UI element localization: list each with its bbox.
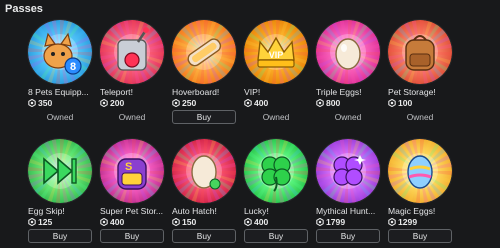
eggs-icon[interactable] [316,20,380,84]
mythical-clover-icon[interactable] [316,139,380,203]
pass-price: 125 [28,217,52,227]
robux-icon [244,218,252,226]
pass-name[interactable]: Magic Eggs! [388,206,458,216]
pass-price: 250 [172,98,196,108]
buy-button[interactable]: Buy [316,229,380,243]
owned-status: Owned [262,112,290,122]
pass-price: 100 [388,98,412,108]
pass-name[interactable]: Auto Hatch! [172,206,242,216]
crown-icon[interactable]: VIP [244,20,308,84]
svg-text:8: 8 [70,61,76,73]
backpack-icon[interactable] [388,20,452,84]
pass-price: 150 [172,217,196,227]
pass-name[interactable]: Mythical Hunt... [316,206,386,216]
pass-name[interactable]: Egg Skip! [28,206,98,216]
pet-icon[interactable]: 8 [28,20,92,84]
robux-icon [100,99,108,107]
magic-egg-icon[interactable] [388,139,452,203]
robux-icon [28,99,36,107]
skip-icon[interactable] [28,139,92,203]
svg-text:S: S [125,161,132,173]
robux-icon [172,99,180,107]
passes-grid: 8 8 Pets Equipp... 350 Owned Teleport! 200 Ow… [28,20,452,247]
teleport-icon[interactable] [100,20,164,84]
owned-status: Owned [406,112,434,122]
pass-price: 1299 [388,217,417,227]
pass-card[interactable]: 88 Pets Equipp... 350 Owned [28,20,92,128]
pass-price: 400 [244,98,268,108]
pass-name[interactable]: Triple Eggs! [316,87,386,97]
buy-button[interactable]: Buy [172,110,236,124]
buy-button[interactable]: Buy [172,229,236,243]
super-backpack-icon[interactable]: S [100,139,164,203]
section-title: Passes [5,3,43,15]
pass-card[interactable]: Lucky! 400 Buy [244,139,308,247]
robux-icon [28,218,36,226]
svg-text:VIP: VIP [269,50,284,60]
pass-price: 1799 [316,217,345,227]
pass-price: 350 [28,98,52,108]
pass-name[interactable]: Teleport! [100,87,170,97]
robux-icon [388,218,396,226]
price-value: 1799 [326,217,346,227]
price-value: 350 [38,98,53,108]
pass-card[interactable]: VIP VIP! 400 Owned [244,20,308,128]
pass-card[interactable]: S Super Pet Stor... 400 Buy [100,139,164,247]
pass-price: 200 [100,98,124,108]
owned-status: Owned [46,112,74,122]
pass-name[interactable]: 8 Pets Equipp... [28,87,98,97]
pass-name[interactable]: Hoverboard! [172,87,242,97]
robux-icon [316,99,324,107]
pass-card[interactable]: Pet Storage! 100 Owned [388,20,452,128]
pass-card[interactable]: Triple Eggs! 800 Owned [316,20,380,128]
robux-icon [244,99,252,107]
price-value: 200 [110,98,125,108]
pass-name[interactable]: Lucky! [244,206,314,216]
pass-card[interactable]: Hoverboard! 250 Buy [172,20,236,128]
price-value: 800 [326,98,341,108]
buy-button[interactable]: Buy [244,229,308,243]
robux-icon [100,218,108,226]
pass-name[interactable]: VIP! [244,87,314,97]
buy-button[interactable]: Buy [100,229,164,243]
price-value: 125 [38,217,53,227]
price-value: 150 [182,217,197,227]
buy-button[interactable]: Buy [388,229,452,243]
price-value: 400 [254,217,269,227]
pass-price: 800 [316,98,340,108]
pass-card[interactable]: Teleport! 200 Owned [100,20,164,128]
robux-icon [388,99,396,107]
price-value: 1299 [398,217,418,227]
pass-card[interactable]: Magic Eggs! 1299 Buy [388,139,452,247]
hoverboard-icon[interactable] [172,20,236,84]
pass-card[interactable]: Auto Hatch! 150 Buy [172,139,236,247]
robux-icon [172,218,180,226]
price-value: 400 [110,217,125,227]
price-value: 250 [182,98,197,108]
clover-icon[interactable] [244,139,308,203]
buy-button[interactable]: Buy [28,229,92,243]
pass-card[interactable]: Egg Skip! 125 Buy [28,139,92,247]
pass-price: 400 [100,217,124,227]
pass-card[interactable]: Mythical Hunt... 1799 Buy [316,139,380,247]
pass-price: 400 [244,217,268,227]
owned-status: Owned [334,112,362,122]
egg-icon[interactable] [172,139,236,203]
pass-name[interactable]: Super Pet Stor... [100,206,170,216]
pass-name[interactable]: Pet Storage! [388,87,458,97]
price-value: 100 [398,98,413,108]
owned-status: Owned [118,112,146,122]
price-value: 400 [254,98,269,108]
robux-icon [316,218,324,226]
